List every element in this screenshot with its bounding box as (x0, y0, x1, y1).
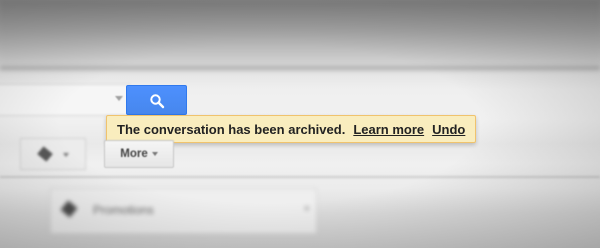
more-button[interactable]: More (104, 140, 174, 168)
labels-button[interactable] (20, 138, 86, 170)
notification-message: The conversation has been archived. (117, 121, 346, 137)
close-icon[interactable]: × (304, 203, 310, 215)
search-input[interactable] (0, 84, 130, 116)
search-options-chevron-down-icon[interactable] (115, 96, 123, 101)
more-button-label: More (120, 148, 148, 160)
chevron-down-icon (63, 153, 69, 157)
tab-promotions-label: Promotions (93, 203, 154, 217)
search-icon (150, 94, 165, 109)
label-icon (37, 146, 53, 162)
tab-promotions[interactable]: Promotions × (50, 188, 317, 234)
chevron-down-icon (151, 152, 158, 156)
undo-link[interactable]: Undo (432, 122, 465, 137)
search-button[interactable] (126, 85, 187, 115)
header-divider (0, 66, 600, 70)
archived-notification: The conversation has been archived. Lear… (106, 115, 477, 143)
toolbar-divider (0, 176, 600, 178)
app-header-background (0, 0, 600, 72)
learn-more-link[interactable]: Learn more (353, 122, 424, 137)
label-icon (60, 200, 78, 218)
